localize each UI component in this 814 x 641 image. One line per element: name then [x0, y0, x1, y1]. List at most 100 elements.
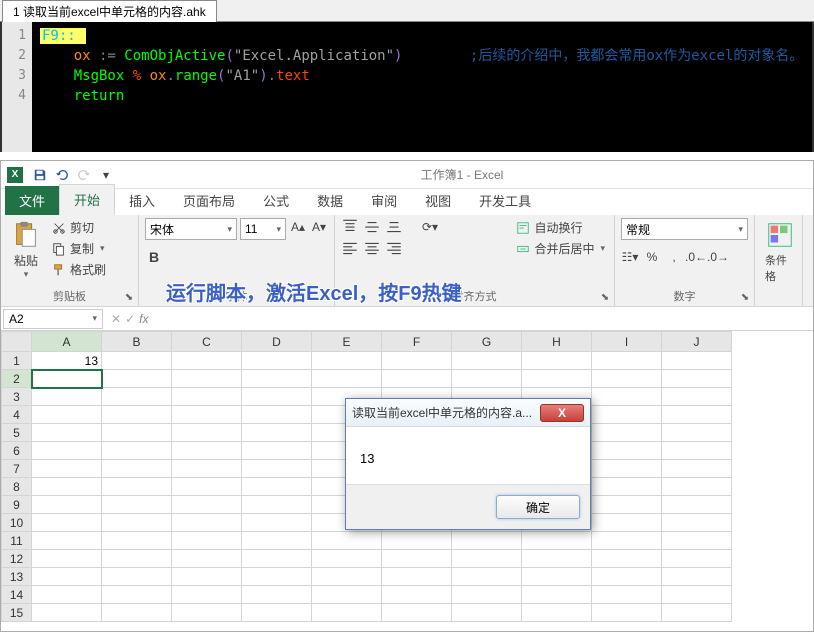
- cell[interactable]: [242, 496, 312, 514]
- column-header[interactable]: J: [662, 332, 732, 352]
- cell[interactable]: [662, 352, 732, 370]
- cell[interactable]: [592, 460, 662, 478]
- number-launcher-icon[interactable]: ⬊: [738, 290, 752, 304]
- cell[interactable]: [592, 352, 662, 370]
- cell[interactable]: [592, 370, 662, 388]
- increase-font-icon[interactable]: A▴: [289, 218, 307, 236]
- cell[interactable]: [102, 586, 172, 604]
- cell[interactable]: [32, 550, 102, 568]
- cell[interactable]: [172, 352, 242, 370]
- row-header[interactable]: 4: [2, 406, 32, 424]
- cell[interactable]: [312, 604, 382, 622]
- cell[interactable]: [242, 532, 312, 550]
- cell[interactable]: [32, 424, 102, 442]
- cell[interactable]: [662, 532, 732, 550]
- name-box[interactable]: A2▾: [3, 309, 103, 329]
- cell[interactable]: [312, 586, 382, 604]
- cancel-formula-icon[interactable]: ✕: [111, 312, 121, 326]
- cell[interactable]: [32, 586, 102, 604]
- cell[interactable]: [592, 424, 662, 442]
- cell[interactable]: [172, 370, 242, 388]
- column-header[interactable]: H: [522, 332, 592, 352]
- qat-redo-icon[interactable]: [74, 165, 94, 185]
- column-header[interactable]: F: [382, 332, 452, 352]
- cell[interactable]: 13: [32, 352, 102, 370]
- orientation-icon[interactable]: ⟳▾: [421, 218, 439, 236]
- cell[interactable]: [242, 442, 312, 460]
- cell[interactable]: [592, 604, 662, 622]
- tab-data[interactable]: 数据: [303, 186, 357, 215]
- cell[interactable]: [102, 388, 172, 406]
- cell[interactable]: [172, 514, 242, 532]
- clipboard-launcher-icon[interactable]: ⬊: [122, 290, 136, 304]
- cell[interactable]: [592, 442, 662, 460]
- cell[interactable]: [592, 496, 662, 514]
- tab-home[interactable]: 开始: [59, 184, 115, 215]
- cell[interactable]: [242, 424, 312, 442]
- cell[interactable]: [662, 604, 732, 622]
- align-top-icon[interactable]: [341, 218, 359, 236]
- cell[interactable]: [592, 550, 662, 568]
- cell[interactable]: [32, 496, 102, 514]
- cell[interactable]: [102, 604, 172, 622]
- cell[interactable]: [382, 586, 452, 604]
- row-header[interactable]: 13: [2, 568, 32, 586]
- cell[interactable]: [522, 370, 592, 388]
- cell[interactable]: [662, 550, 732, 568]
- align-right-icon[interactable]: [385, 240, 403, 258]
- cell[interactable]: [32, 604, 102, 622]
- row-header[interactable]: 8: [2, 478, 32, 496]
- column-header[interactable]: A: [32, 332, 102, 352]
- tab-layout[interactable]: 页面布局: [169, 186, 249, 215]
- cell[interactable]: [172, 532, 242, 550]
- cell[interactable]: [522, 352, 592, 370]
- cell[interactable]: [312, 352, 382, 370]
- merge-center-button[interactable]: 合并后居中▾: [513, 239, 608, 258]
- enter-formula-icon[interactable]: ✓: [125, 312, 135, 326]
- cell[interactable]: [312, 550, 382, 568]
- cell[interactable]: [102, 496, 172, 514]
- wrap-text-button[interactable]: 自动换行: [513, 218, 608, 237]
- cell[interactable]: [592, 406, 662, 424]
- cell[interactable]: [382, 352, 452, 370]
- cell[interactable]: [172, 442, 242, 460]
- paste-button[interactable]: 粘贴 ▾: [7, 218, 45, 282]
- row-header[interactable]: 6: [2, 442, 32, 460]
- cell[interactable]: [102, 478, 172, 496]
- cell[interactable]: [102, 460, 172, 478]
- cell[interactable]: [312, 370, 382, 388]
- tab-file[interactable]: 文件: [5, 186, 59, 215]
- cell[interactable]: [662, 406, 732, 424]
- cell[interactable]: [102, 568, 172, 586]
- column-header[interactable]: C: [172, 332, 242, 352]
- font-size-combo[interactable]: 11▾: [240, 218, 286, 240]
- comma-icon[interactable]: ,: [665, 248, 683, 266]
- cell[interactable]: [522, 586, 592, 604]
- align-bottom-icon[interactable]: [385, 218, 403, 236]
- cell[interactable]: [522, 604, 592, 622]
- cell[interactable]: [172, 586, 242, 604]
- cell[interactable]: [662, 568, 732, 586]
- cell[interactable]: [172, 478, 242, 496]
- tab-review[interactable]: 审阅: [357, 186, 411, 215]
- formula-input[interactable]: [154, 309, 813, 329]
- cell[interactable]: [382, 532, 452, 550]
- cell[interactable]: [32, 370, 102, 388]
- row-header[interactable]: 11: [2, 532, 32, 550]
- cell[interactable]: [312, 568, 382, 586]
- cell[interactable]: [242, 604, 312, 622]
- cell[interactable]: [102, 532, 172, 550]
- cell[interactable]: [102, 370, 172, 388]
- cell[interactable]: [242, 406, 312, 424]
- cell[interactable]: [242, 568, 312, 586]
- alignment-launcher-icon[interactable]: ⬊: [598, 290, 612, 304]
- cell[interactable]: [662, 388, 732, 406]
- cell[interactable]: [662, 460, 732, 478]
- code-body[interactable]: F9:: ox := ComObjActive("Excel.Applicati…: [32, 22, 812, 152]
- cell[interactable]: [382, 370, 452, 388]
- cell[interactable]: [32, 514, 102, 532]
- cell[interactable]: [172, 424, 242, 442]
- cell[interactable]: [102, 442, 172, 460]
- cell[interactable]: [102, 406, 172, 424]
- tab-insert[interactable]: 插入: [115, 186, 169, 215]
